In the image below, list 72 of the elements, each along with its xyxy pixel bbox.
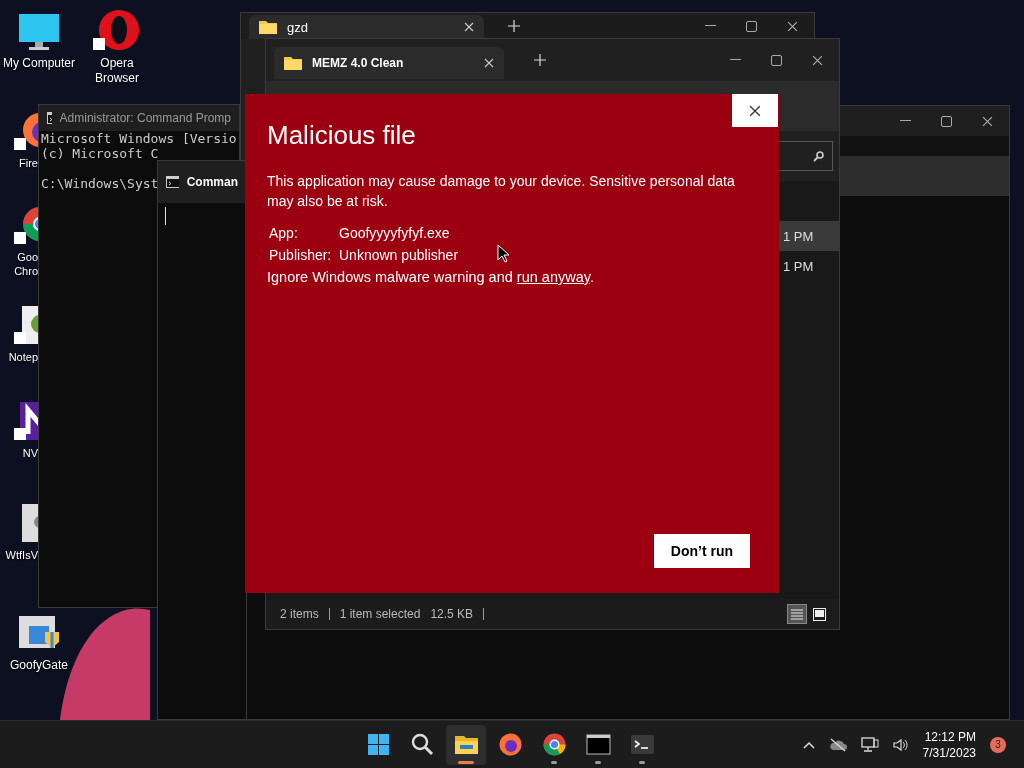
network-icon[interactable] [860, 736, 879, 753]
console-line: C:\Windows\Syst [40, 176, 159, 191]
icon-label: Fire [18, 156, 38, 170]
field-value: Unknown publisher [339, 247, 459, 263]
tab-title: gzd [287, 19, 308, 35]
icon-label: WtfIsV [4, 548, 38, 562]
warning-text: Ignore Windows malware warning and run anyway. [267, 269, 595, 285]
icon-label: Opera Browser [94, 56, 140, 86]
close-icon [982, 115, 993, 127]
console-icon [585, 732, 611, 757]
notification-badge[interactable]: 3 [990, 736, 1006, 753]
tab-close-icon [464, 22, 474, 32]
close-icon [787, 20, 798, 32]
icon-label: NV [21, 446, 38, 460]
console-icon [47, 112, 52, 124]
maximize-icon[interactable] [941, 115, 952, 127]
minimize-icon[interactable] [730, 59, 741, 61]
close-icon [812, 54, 823, 66]
table-cell-text: 1 PM [782, 228, 814, 244]
mouse-pointer-icon [497, 244, 509, 263]
list-icon [791, 608, 803, 620]
explorer-tab[interactable]: MEMZ 4.0 Clean [274, 47, 504, 79]
status-text: 12.5 KB [430, 607, 474, 621]
tab-close-icon [484, 58, 494, 68]
maximize-icon[interactable] [746, 20, 757, 32]
maximize-icon[interactable] [771, 54, 782, 66]
tab-title: MEMZ 4.0 Clean [312, 56, 404, 70]
text-cursor [165, 207, 166, 225]
field-value: Goofyyyyfyfyf.exe [339, 225, 451, 241]
dont-run-button[interactable]: Don’t run [653, 534, 750, 568]
window-title: Comman [186, 175, 238, 189]
search-icon [409, 732, 435, 757]
field-label: Publisher: [269, 247, 333, 263]
status-text: 2 items [280, 607, 319, 621]
icon-label: GoofyGate [9, 658, 69, 673]
console-line: (c) Microsoft C [40, 146, 159, 161]
dialog-message: This application may cause damage to your device. Sensitive personal data may also be at risk. [267, 172, 736, 211]
close-icon [749, 104, 761, 117]
console-icon [166, 176, 179, 188]
minimize-icon[interactable] [900, 120, 911, 122]
search-icon [813, 150, 824, 162]
icon-label: My Computer [2, 56, 76, 71]
chrome-icon [541, 732, 567, 757]
terminal-icon [629, 732, 655, 757]
plus-icon[interactable] [534, 54, 546, 66]
folder-icon [284, 56, 302, 70]
run-anyway-link[interactable]: run anyway [516, 269, 590, 285]
console-line: Microsoft Windows [Versio [40, 131, 237, 146]
clock-time[interactable]: 12:12 PM [924, 729, 976, 744]
volume-icon[interactable] [892, 737, 909, 752]
table-cell-text: 1 PM [782, 258, 814, 274]
close-button[interactable] [732, 94, 778, 127]
clock-date[interactable]: 7/31/2023 [922, 745, 976, 760]
minimize-icon[interactable] [705, 25, 716, 27]
chevron-up-icon[interactable] [802, 740, 815, 749]
explorer-tab[interactable]: gzd [249, 15, 484, 39]
file-row[interactable]: 1 PM [779, 251, 839, 281]
firefox-icon [497, 732, 523, 757]
icon-label: Notep [7, 350, 38, 364]
folder-icon [259, 20, 277, 34]
file-row[interactable]: 1 PM [779, 221, 839, 251]
tile-icon [812, 607, 826, 621]
dialog-title: Malicious file [267, 120, 417, 151]
window-title: Administrator: Command Promp [59, 111, 231, 125]
plus-icon[interactable] [508, 20, 520, 32]
opera-icon[interactable] [93, 8, 141, 52]
start-icon [365, 732, 391, 757]
status-text: 1 item selected [339, 607, 421, 621]
cloud-off-icon[interactable] [828, 737, 847, 752]
field-label: App: [269, 225, 299, 241]
taskbar-button[interactable] [446, 724, 486, 765]
icon-label: Goo Chro [13, 250, 38, 278]
